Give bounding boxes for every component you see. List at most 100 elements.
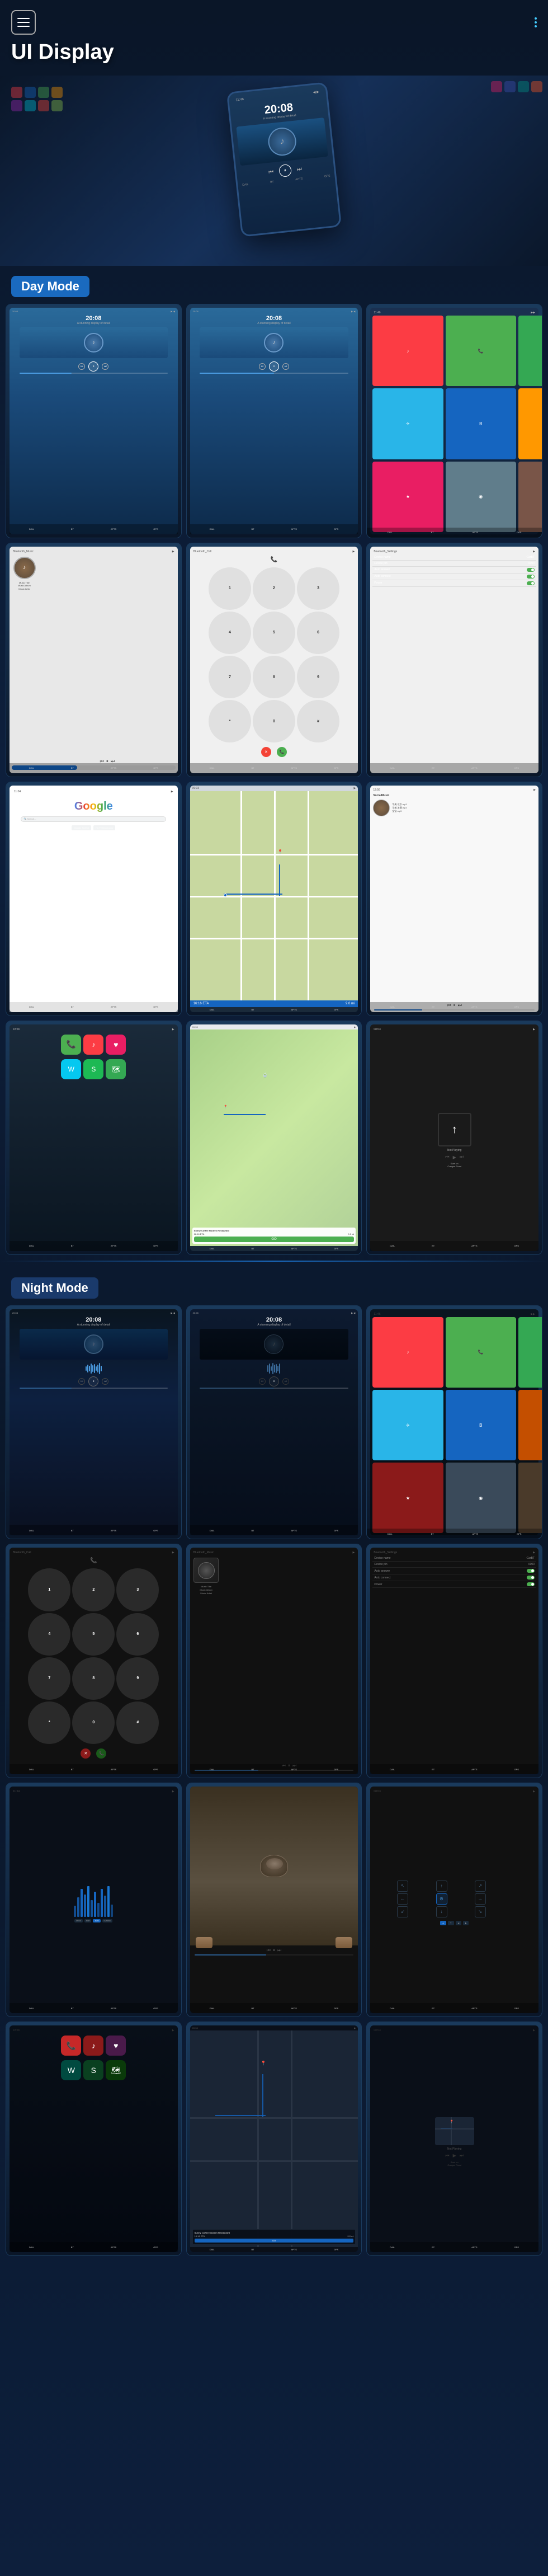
night-app-4[interactable]: ☰ [518, 1463, 542, 1533]
night-auto-connect-toggle[interactable] [527, 1576, 535, 1580]
key-9[interactable]: 9 [297, 656, 339, 698]
night-carplay-waze[interactable]: W [61, 2060, 81, 2080]
night-app-1[interactable]: ▶ [518, 1390, 542, 1460]
night-nav-btn-4[interactable]: ▶ [463, 1921, 469, 1925]
app-music-icon[interactable]: ♪ [372, 316, 443, 386]
night-nav-btn-3[interactable]: ◀ [456, 1921, 461, 1925]
key-1[interactable]: 1 [209, 567, 251, 610]
night-auto-answer-row[interactable]: Auto answer [372, 1568, 536, 1574]
restaurant-map[interactable]: 🍵 📍 Sunny Coffee Modern Restaurant 16:16… [190, 1030, 358, 1246]
np-prev[interactable]: ⏮ [445, 1154, 449, 1160]
hamburger-icon[interactable] [11, 10, 36, 35]
app-icon-4[interactable]: ☰ [518, 462, 542, 532]
night-play-2[interactable]: ⏸ [269, 1376, 279, 1386]
power-row[interactable]: Power [372, 580, 536, 587]
auto-connect-row[interactable]: Auto connect [372, 574, 536, 580]
night-carplay-phone[interactable]: 📞 [61, 2036, 81, 2056]
app-phone-icon[interactable]: 📞 [446, 316, 516, 386]
night-prev-2[interactable]: ⏮ [259, 1378, 266, 1385]
night-app-2[interactable]: ★ [372, 1463, 443, 1533]
call-btn[interactable]: 📞 [277, 747, 287, 757]
night-key-2[interactable]: 2 [72, 1568, 115, 1611]
key-3[interactable]: 3 [297, 567, 339, 610]
night-key-7[interactable]: 7 [28, 1657, 70, 1700]
night-power-row[interactable]: Power [372, 1581, 536, 1588]
night-key-5[interactable]: 5 [72, 1613, 115, 1656]
night-power-toggle[interactable] [527, 1582, 535, 1586]
key-6[interactable]: 6 [297, 612, 339, 654]
carplay-music[interactable]: ♪ [83, 1035, 103, 1055]
night-key-3[interactable]: 3 [116, 1568, 159, 1611]
night-app-telegram[interactable]: ✈ [372, 1390, 443, 1460]
night-carplay-app1[interactable]: ♥ [106, 2036, 126, 2056]
night-carplay-music[interactable]: ♪ [83, 2036, 103, 2056]
night-key-1[interactable]: 1 [28, 1568, 70, 1611]
app-icon-2[interactable]: ★ [372, 462, 443, 532]
key-8[interactable]: 8 [253, 656, 295, 698]
app-telegram-icon[interactable]: ✈ [372, 388, 443, 459]
wave-btn-1[interactable]: ROCK [74, 1919, 83, 1922]
night-play-1[interactable]: ⏸ [88, 1376, 98, 1386]
night-prev-1[interactable]: ⏮ [78, 1378, 85, 1385]
np-play[interactable]: ▶ [453, 1155, 456, 1160]
carplay-app1[interactable]: ♥ [106, 1035, 126, 1055]
night-app-maps[interactable]: 🗺 [518, 1317, 542, 1388]
power-toggle[interactable] [527, 581, 535, 585]
night-key-hash[interactable]: # [116, 1701, 159, 1744]
app-icon-1[interactable]: ▶ [518, 388, 542, 459]
nav-map[interactable]: 📍 [190, 791, 358, 1000]
night-auto-answer-toggle[interactable] [527, 1569, 535, 1573]
play-btn[interactable]: ⏸ [88, 361, 98, 372]
night-nav-btn-1[interactable]: ▲ [440, 1921, 446, 1925]
night-key-0[interactable]: 0 [72, 1701, 115, 1744]
night-go-button[interactable]: GO [195, 2239, 354, 2243]
night-end-call-btn[interactable]: ✕ [81, 1748, 91, 1759]
night-key-6[interactable]: 6 [116, 1613, 159, 1656]
end-call-btn[interactable]: ✕ [261, 747, 271, 757]
google-search-bar[interactable]: 🔍 Search... [21, 816, 166, 822]
auto-answer-toggle[interactable] [527, 568, 535, 572]
prev-btn[interactable]: ⏮ [78, 363, 85, 370]
night-restaurant-map[interactable]: 📍 Sunny Coffee Modern Restaurant 16:16 E… [190, 2030, 358, 2247]
night-nav-btn-2[interactable]: ▼ [448, 1921, 454, 1925]
night-next-2[interactable]: ⏭ [282, 1378, 289, 1385]
key-hash[interactable]: # [297, 700, 339, 742]
key-2[interactable]: 2 [253, 567, 295, 610]
wave-btn-2[interactable]: POP [84, 1919, 91, 1922]
google-search-btn[interactable]: Google Search [72, 825, 91, 830]
night-carplay-maps[interactable]: 🗺 [106, 2060, 126, 2080]
night-carplay-spotify[interactable]: S [83, 2060, 103, 2080]
night-np-next[interactable]: ⏭ [460, 2153, 464, 2159]
next-btn-2[interactable]: ⏭ [282, 363, 289, 370]
carplay-waze[interactable]: W [61, 1059, 81, 1079]
key-7[interactable]: 7 [209, 656, 251, 698]
carplay-maps[interactable]: 🗺 [106, 1059, 126, 1079]
more-options-icon[interactable] [535, 17, 537, 27]
carplay-phone[interactable]: 📞 [61, 1035, 81, 1055]
google-lucky-btn[interactable]: I'm Feeling Lucky [93, 825, 115, 830]
night-app-bt[interactable]: B [446, 1390, 516, 1460]
night-key-9[interactable]: 9 [116, 1657, 159, 1700]
auto-connect-toggle[interactable] [527, 575, 535, 579]
app-bt-icon[interactable]: B [446, 388, 516, 459]
key-0[interactable]: 0 [253, 700, 295, 742]
prev-btn-2[interactable]: ⏮ [259, 363, 266, 370]
food-next[interactable]: ⏭ [277, 1948, 281, 1953]
key-star[interactable]: * [209, 700, 251, 742]
wave-btn-3[interactable]: JAZZ [93, 1919, 100, 1922]
np-next[interactable]: ⏭ [460, 1154, 464, 1160]
app-icon-3[interactable]: ◉ [446, 462, 516, 532]
carplay-spotify[interactable]: S [83, 1059, 103, 1079]
night-app-3[interactable]: ◉ [446, 1463, 516, 1533]
key-5[interactable]: 5 [253, 612, 295, 654]
play-btn-2[interactable]: ⏸ [269, 361, 279, 372]
food-prev[interactable]: ⏮ [267, 1948, 271, 1953]
key-4[interactable]: 4 [209, 612, 251, 654]
night-next-1[interactable]: ⏭ [102, 1378, 108, 1385]
night-call-btn[interactable]: 📞 [96, 1748, 106, 1759]
night-auto-connect-row[interactable]: Auto connect [372, 1574, 536, 1581]
night-np-play[interactable]: ▶ [453, 2153, 456, 2158]
night-app-music[interactable]: ♪ [372, 1317, 443, 1388]
food-play[interactable]: ⏸ [273, 1948, 275, 1953]
night-np-prev[interactable]: ⏮ [445, 2153, 449, 2159]
